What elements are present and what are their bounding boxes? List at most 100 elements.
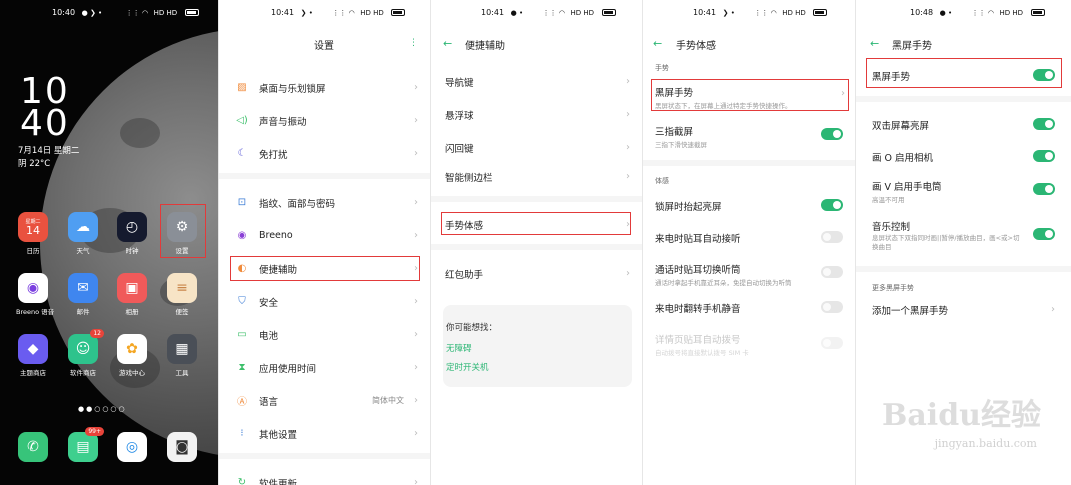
update-icon: ↻ (237, 477, 247, 485)
dock-phone[interactable]: ✆ (16, 432, 50, 462)
camera-icon: ◙ (167, 432, 197, 462)
draw-o-toggle[interactable] (1033, 150, 1055, 162)
battery-icon (1030, 9, 1045, 16)
battery-icon (184, 9, 199, 16)
battery-icon (601, 9, 616, 16)
settings-item-breeno[interactable]: ◉ Breeno › (219, 219, 430, 252)
app-clock[interactable]: ◴ 时钟 (115, 212, 149, 255)
back-arrow-icon[interactable]: ← (443, 37, 452, 50)
status-bar: 10:41 ❯ • ⋮⋮ ◠ HD HD (693, 8, 828, 20)
mail-icon: ✉ (68, 273, 98, 303)
status-bar: 10:40 ● ❯ • ⋮⋮ ◠ HD HD (52, 8, 199, 20)
browser-icon: ◎ (117, 432, 147, 462)
black-gesture-screen: 10:48 ● • ⋮⋮ ◠ HD HD ← 黑屏手势 黑屏手势 双击屏幕亮屏 … (856, 0, 1071, 485)
status-bar: 10:41 ❯ • ⋮⋮ ◠ HD HD (271, 8, 406, 20)
music-control-toggle[interactable] (1033, 228, 1055, 240)
shield-icon: ⛉ (238, 296, 246, 307)
double-tap-toggle[interactable] (1033, 118, 1055, 130)
lift-wake-toggle[interactable] (821, 199, 843, 211)
cloud-icon: ☁ (68, 212, 98, 242)
message-icon: ▤ 99+ (68, 427, 104, 462)
settings-item-security[interactable]: ⛉ 安全 › (219, 285, 430, 318)
battery-icon (813, 9, 828, 16)
app-game-center[interactable]: ✿ 游戏中心 (115, 334, 149, 377)
highlight-settings (160, 204, 206, 258)
app-gallery[interactable]: ▣ 相册 (115, 273, 149, 316)
baidu-watermark: Baidu经验 (882, 398, 1041, 433)
settings-item-update[interactable]: ↻ 软件更新 › (219, 466, 430, 485)
app-notes[interactable]: ≡ 便签 (165, 273, 199, 316)
settings-item-fingerprint[interactable]: ⊡ 指纹、面部与密码 › (219, 186, 430, 219)
page-title: 设置 (314, 41, 334, 52)
moon-icon: ☾ (237, 148, 247, 159)
app-mail[interactable]: ✉ 邮件 (66, 273, 100, 316)
language-icon: Ⓐ (237, 397, 247, 408)
flip-mute-toggle[interactable] (821, 301, 843, 313)
app-breeno[interactable]: ◉ Breeno 语音 (16, 273, 54, 316)
home-screen: 10:40 ● ❯ • ⋮⋮ ◠ HD HD 10 40 7月14日 星期二 阴… (0, 0, 218, 485)
highlight-assist (230, 256, 420, 281)
store-icon: ☺ 12 (68, 329, 104, 364)
settings-item-language[interactable]: Ⓐ 语言 简体中文 › (219, 384, 430, 417)
back-arrow-icon[interactable]: ← (653, 37, 662, 50)
page-indicator[interactable]: ●●○○○○ (78, 405, 127, 413)
settings-item-usage[interactable]: ⧗ 应用使用时间 › (219, 351, 430, 384)
app-software-store[interactable]: ☺ 12 软件商店 (66, 329, 104, 377)
highlight-master-toggle (866, 58, 1062, 88)
assist-screen: 10:41 ● • ⋮⋮ ◠ HD HD ← 便捷辅助 导航键 › 悬浮球 › 闪回… (431, 0, 642, 485)
settings-item-dnd[interactable]: ☾ 免打扰 › (219, 137, 430, 170)
ear-switch-toggle[interactable] (821, 266, 843, 278)
page-title: 便捷辅助 (465, 41, 505, 52)
gallery-icon: ▣ (117, 273, 147, 303)
settings-item-battery[interactable]: ▭ 电池 › (219, 318, 430, 351)
battery-icon: ▭ (237, 329, 247, 340)
dock-browser[interactable]: ◎ (115, 432, 149, 462)
tools-icon: ▦ (167, 334, 197, 364)
clock-minute: 40 (20, 103, 70, 144)
dots-icon: ⁝ (240, 428, 244, 439)
weather-text: 阴 22°C (18, 159, 51, 169)
assist-item-sidebar[interactable]: 智能侧边栏 › (431, 160, 642, 193)
settings-item-sound[interactable]: ◁) 声音与振动 › (219, 104, 430, 137)
highlight-gesture (441, 212, 631, 235)
speaker-icon: ◁) (236, 115, 248, 126)
game-icon: ✿ (117, 334, 147, 364)
suggestion-card: 你可能想找： 无障碍 定时开关机 (443, 305, 632, 387)
gesture-screen: 10:41 ❯ • ⋮⋮ ◠ HD HD ← 手势体感 手势 黑屏手势 黑屏状态… (643, 0, 855, 485)
settings-item-other[interactable]: ⁝ 其他设置 › (219, 417, 430, 450)
assist-item-nav-keys[interactable]: 导航键 › (431, 65, 642, 98)
breeno-icon: ◉ (18, 273, 48, 303)
back-arrow-icon[interactable]: ← (870, 37, 879, 50)
baidu-watermark-url: jingyan.baidu.com (934, 437, 1037, 450)
date-text: 7月14日 星期二 (18, 146, 80, 156)
ear-answer-toggle[interactable] (821, 231, 843, 243)
breeno-icon: ◉ (237, 230, 247, 241)
lock-icon: ⊡ (237, 197, 247, 208)
three-finger-toggle[interactable] (821, 128, 843, 140)
app-theme-store[interactable]: ◆ 主题商店 (16, 334, 50, 377)
add-black-gesture[interactable]: 添加一个黑屏手势 › (856, 293, 1071, 326)
highlight-black-gesture (651, 79, 849, 111)
suggest-link-accessibility[interactable]: 无障碍 (446, 342, 472, 354)
app-calendar[interactable]: 星期二 14 日历 (16, 212, 50, 255)
status-bar: 10:48 ● • ⋮⋮ ◠ HD HD (910, 8, 1045, 20)
page-title: 手势体感 (676, 41, 716, 52)
page-title: 黑屏手势 (892, 41, 932, 52)
auto-dial-toggle[interactable] (821, 337, 843, 349)
assist-item-red-packet[interactable]: 红包助手 › (431, 257, 642, 290)
settings-item-desktop[interactable]: ▨ 桌面与乐划锁屏 › (219, 71, 430, 104)
draw-v-toggle[interactable] (1033, 183, 1055, 195)
desktop-icon: ▨ (237, 82, 247, 93)
settings-screen: 10:41 ❯ • ⋮⋮ ◠ HD HD 设置 ⋮ ▨ 桌面与乐划锁屏 › ◁) … (219, 0, 430, 485)
more-icon[interactable]: ⋮ (409, 38, 418, 48)
dock-camera[interactable]: ◙ (165, 432, 199, 462)
status-bar: 10:41 ● • ⋮⋮ ◠ HD HD (481, 8, 616, 20)
app-weather[interactable]: ☁ 天气 (66, 212, 100, 255)
app-tools[interactable]: ▦ 工具 (165, 334, 199, 377)
notes-icon: ≡ (167, 273, 197, 303)
assist-item-float-ball[interactable]: 悬浮球 › (431, 98, 642, 131)
battery-icon (391, 9, 406, 16)
dock-messages[interactable]: ▤ 99+ (66, 427, 104, 462)
clock-icon: ◴ (117, 212, 147, 242)
suggest-link-timer[interactable]: 定时开关机 (446, 361, 489, 373)
